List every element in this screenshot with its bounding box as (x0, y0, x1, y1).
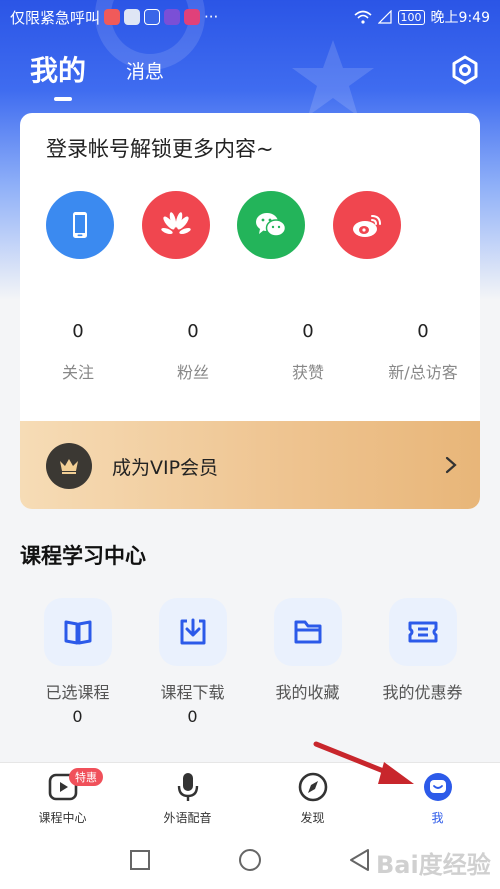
course-item-count: 0 (72, 707, 83, 726)
wechat-icon (256, 213, 287, 237)
stat-likes[interactable]: 0 获赞 (258, 321, 358, 383)
stat-following-value: 0 (72, 321, 84, 342)
lightbulb-notification-icon (144, 9, 161, 25)
tab-label: 课程中心 (38, 811, 87, 825)
login-prompt[interactable]: 登录帐号解锁更多内容~ (46, 133, 274, 163)
course-item-count (250, 707, 365, 727)
tab-label: 外语配音 (163, 811, 212, 825)
course-item-label: 我的收藏 (275, 683, 340, 702)
notification-app-icon (104, 9, 121, 25)
tab-label: 我 (431, 811, 444, 825)
course-item-download[interactable]: 课程下载 0 (135, 598, 250, 727)
bottom-tab-bar: 特惠 课程中心 外语配音 发现 我 (0, 762, 500, 832)
microphone-icon (177, 773, 199, 801)
course-center-title: 课程学习中心 (20, 544, 146, 568)
chevron-right-icon (445, 456, 457, 474)
stat-likes-value: 0 (302, 321, 314, 342)
stat-visitors[interactable]: 0 新/总访客 (373, 321, 473, 383)
tab-label: 发现 (300, 811, 325, 825)
clock: 晚上9:49 (430, 10, 490, 26)
stat-following-label: 关注 (61, 363, 94, 382)
weibo-icon (353, 215, 381, 237)
stat-fans-label: 粉丝 (176, 363, 209, 382)
tab-messages[interactable]: 消息 (126, 57, 164, 84)
status-bar: 仅限紧急呼叫 ··· 100 晚上9:49 (0, 0, 500, 34)
carrier-text: 仅限紧急呼叫 (10, 8, 101, 27)
app2-notification-icon (184, 9, 201, 25)
course-item-coupons[interactable]: 我的优惠券 (365, 598, 480, 727)
course-item-label: 已选课程 (45, 683, 110, 702)
app-notification-icon (164, 9, 181, 25)
tab-mine[interactable]: 我的 (30, 49, 86, 89)
signal-icon (377, 10, 392, 24)
stat-visitors-value: 0 (417, 321, 429, 342)
coupon-icon (408, 621, 437, 643)
stat-likes-label: 获赞 (291, 363, 324, 382)
course-item-selected[interactable]: 已选课程 0 (20, 598, 135, 727)
settings-icon[interactable] (450, 55, 480, 85)
phone-login-button[interactable] (46, 191, 114, 259)
course-icon-tile (388, 598, 457, 666)
vip-crown-badge (46, 443, 92, 489)
stat-visitors-label: 新/总访客 (388, 363, 458, 382)
course-icon-tile (43, 598, 112, 666)
wifi-icon (354, 10, 372, 24)
more-notifications: ··· (204, 8, 219, 26)
course-icon-tile (273, 598, 342, 666)
vip-label: 成为VIP会员 (112, 457, 219, 479)
course-item-favorites[interactable]: 我的收藏 (250, 598, 365, 727)
crown-icon (60, 459, 78, 474)
course-item-count (365, 707, 480, 727)
watermark: Bai度经验 (376, 851, 491, 879)
home-icon[interactable] (238, 848, 262, 872)
tab-dubbing[interactable]: 外语配音 (125, 763, 250, 833)
course-item-count: 0 (187, 707, 198, 726)
back-icon[interactable] (348, 848, 372, 872)
mail-notification-icon (124, 9, 141, 25)
course-item-label: 课程下载 (160, 683, 225, 702)
folder-icon (294, 620, 321, 644)
stat-fans-value: 0 (187, 321, 199, 342)
huawei-icon (161, 212, 191, 235)
course-item-label: 我的优惠券 (382, 683, 463, 702)
battery-level: 100 (397, 9, 425, 25)
me-face-icon (424, 773, 452, 801)
weibo-login-button[interactable] (333, 191, 401, 259)
top-navigation: 我的 消息 (0, 45, 500, 105)
promo-badge: 特惠 (69, 768, 103, 786)
stat-fans[interactable]: 0 粉丝 (143, 321, 243, 383)
book-icon (64, 620, 91, 645)
wechat-login-button[interactable] (237, 191, 305, 259)
stat-following[interactable]: 0 关注 (28, 321, 128, 383)
annotation-arrow-icon (313, 741, 414, 784)
tab-course-center[interactable]: 特惠 课程中心 (0, 763, 125, 833)
vip-banner[interactable]: 成为VIP会员 (20, 421, 480, 509)
recent-apps-icon[interactable] (128, 848, 152, 872)
download-icon (180, 618, 205, 645)
huawei-login-button[interactable] (142, 191, 210, 259)
login-card: 登录帐号解锁更多内容~ 0 关注 0 粉丝 0 获赞 0 新/总访客 成为VIP… (20, 113, 480, 509)
course-icon-tile (158, 598, 227, 666)
active-tab-indicator (54, 97, 72, 101)
phone-icon (73, 212, 87, 238)
